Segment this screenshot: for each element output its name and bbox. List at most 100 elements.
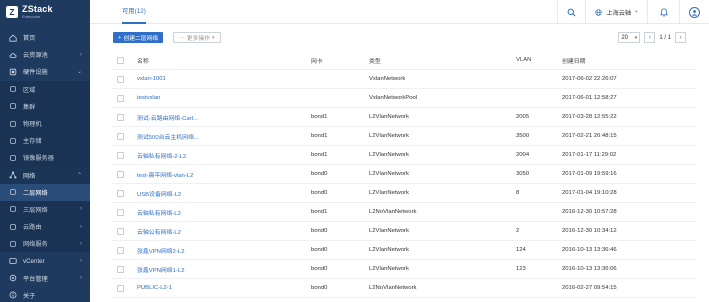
create-l2-network-button[interactable]: + 创建二层网络: [113, 32, 164, 43]
cell-vlan: 2: [516, 228, 520, 234]
sidebar-item-storage[interactable]: 主存储: [0, 132, 90, 150]
globe-icon: [595, 8, 603, 16]
region-selector[interactable]: 上海云轴 ▾: [585, 0, 647, 24]
cell-nic: bond1: [311, 133, 328, 139]
row-checkbox[interactable]: [117, 189, 124, 197]
sidebar-item-router[interactable]: 云路由 ›: [0, 218, 90, 236]
cell-name[interactable]: 测试500台云主机网络...: [137, 132, 199, 141]
row-checkbox[interactable]: [117, 94, 124, 102]
sidebar-item-label: 网络服务: [23, 241, 48, 249]
more-actions-button[interactable]: ··· 更多操作 ▾: [173, 32, 221, 43]
sidebar-item-cloud[interactable]: 云资源池 ›: [0, 46, 90, 63]
sidebar-item-host[interactable]: 物理机: [0, 114, 90, 133]
row-checkbox[interactable]: [117, 284, 124, 292]
page-size-select[interactable]: 20 ▾: [618, 32, 641, 43]
sidebar-item-label: 镜像服务器: [23, 155, 54, 163]
cell-name[interactable]: PUBLIC-L2-1: [137, 285, 172, 291]
app-subtitle: Enterprise: [22, 14, 41, 19]
cell-name[interactable]: testvxlan: [137, 95, 160, 101]
host-icon: [9, 120, 17, 128]
cell-name[interactable]: vxlan-1001: [137, 76, 166, 82]
sidebar-item-image-server[interactable]: 镜像服务器: [0, 149, 90, 167]
column-header-name[interactable]: 名称: [137, 56, 149, 65]
sidebar-item-home[interactable]: 首页: [0, 29, 90, 46]
cell-name[interactable]: 张鑫VPN网络1-L2: [137, 265, 184, 274]
cell-name[interactable]: 云轴私有网络-L2: [137, 208, 181, 217]
cell-date: 2017-01-17 11:29:02: [562, 152, 617, 158]
chevron-down-icon: ▾: [212, 34, 215, 41]
row-checkbox[interactable]: [117, 170, 124, 178]
table-row[interactable]: 云轴私有网络-L2 bond1 L2NoVlanNetwork 2016-12-30 …: [111, 203, 697, 222]
row-checkbox[interactable]: [117, 246, 124, 254]
table-row[interactable]: USB设备网络-L2 bond0 L2VlanNetwork 8 2017-01-04 …: [111, 184, 697, 203]
row-checkbox[interactable]: [117, 151, 124, 159]
plus-icon: +: [118, 34, 122, 41]
row-checkbox[interactable]: [117, 75, 124, 83]
router-icon: [9, 223, 17, 231]
cell-vlan: 2004: [516, 152, 530, 158]
cell-name[interactable]: 张鑫VPN网络2-L2: [137, 246, 184, 255]
cell-type: L2NoVlanNetwork: [369, 285, 417, 291]
sidebar-item-network[interactable]: 网络 ⌃: [0, 166, 90, 184]
home-icon: [9, 34, 17, 42]
cell-vlan: 2005: [516, 114, 530, 120]
cell-date: 2017-03-28 12:55:22: [562, 114, 617, 120]
next-page-button[interactable]: ›: [675, 32, 686, 43]
table-header: 名称 网卡 类型 VLAN 创建日期: [111, 51, 697, 70]
column-header-vlan[interactable]: VLAN: [516, 57, 531, 63]
sidebar-item-label: 二层网络: [23, 189, 48, 197]
cell-vlan: 123: [516, 266, 526, 272]
sidebar-item-platform[interactable]: 平台管理 ›: [0, 270, 90, 287]
row-checkbox[interactable]: [117, 208, 124, 216]
select-all-checkbox[interactable]: [117, 56, 124, 64]
notification-button[interactable]: [647, 0, 679, 24]
search-button[interactable]: [557, 0, 585, 24]
sidebar-item-vcenter[interactable]: vCenter ›: [0, 252, 90, 269]
column-header-date[interactable]: 创建日期: [562, 56, 586, 65]
cell-name[interactable]: 测试-云路由网络-Carl...: [137, 113, 198, 122]
table-row[interactable]: 测试500台云主机网络... bond1 L2VlanNetwork 3500 2017…: [111, 127, 697, 146]
row-checkbox[interactable]: [117, 227, 124, 235]
sidebar-item-hardware[interactable]: 硬件设施 ⌄: [0, 63, 90, 80]
sidebar-item-cluster[interactable]: 集群: [0, 97, 90, 115]
sidebar-item-label: 关于: [23, 292, 36, 300]
chevron-icon: ›: [80, 206, 82, 213]
sidebar-item-label: 云资源池: [23, 52, 48, 60]
table-row[interactable]: 张鑫VPN网络1-L2 bond0 L2VlanNetwork 123 2016-10-…: [111, 260, 697, 279]
prev-page-button[interactable]: ‹: [644, 32, 656, 43]
cell-name[interactable]: 云轴公有网络-L2: [137, 227, 181, 236]
cell-type: L2VlanNetwork: [369, 247, 409, 253]
cell-name[interactable]: USB设备网络-L2: [137, 189, 181, 198]
table-row[interactable]: 测试-云路由网络-Carl... bond1 L2VlanNetwork 2005 20…: [111, 108, 697, 127]
cell-type: VxlanNetworkPool: [369, 95, 418, 101]
chevron-left-icon: ‹: [648, 34, 651, 41]
logo[interactable]: Z ZStack Enterprise: [0, 0, 90, 24]
row-checkbox[interactable]: [117, 265, 124, 273]
sidebar-item-label: vCenter: [23, 257, 45, 265]
cell-date: 2016-02-27 09:54:15: [562, 285, 617, 291]
sidebar-item-l2-network[interactable]: 二层网络: [0, 183, 90, 201]
sidebar-item-network-service[interactable]: 网络服务 ›: [0, 235, 90, 253]
sidebar-item-zone[interactable]: 区域: [0, 80, 90, 98]
column-header-nic[interactable]: 网卡: [311, 56, 323, 65]
tab-available[interactable]: 可用(12): [122, 0, 146, 24]
table-row[interactable]: vxlan-1001 VxlanNetwork 2017-06-02 22:26:0…: [111, 70, 697, 89]
avatar: [689, 6, 700, 18]
row-checkbox[interactable]: [117, 132, 124, 140]
sidebar-item-about[interactable]: 关于: [0, 287, 90, 302]
sidebar-item-l3-network[interactable]: 三层网络 ›: [0, 200, 90, 219]
cell-name[interactable]: 云轴私有网络-2-L2: [137, 151, 186, 160]
cell-name[interactable]: test-扁平网络-vlan-L2: [137, 170, 193, 179]
row-checkbox[interactable]: [117, 113, 124, 121]
column-header-type[interactable]: 类型: [369, 56, 381, 65]
table-row[interactable]: PUBLIC-L2-1 bond0 L2NoVlanNetwork 2016-02-2…: [111, 279, 697, 298]
user-menu-button[interactable]: [679, 0, 709, 24]
table-row[interactable]: 云轴公有网络-L2 bond0 L2VlanNetwork 2 2016-12-30 1…: [111, 222, 697, 241]
table-row[interactable]: 张鑫VPN网络2-L2 bond0 L2VlanNetwork 124 2016-10-…: [111, 241, 697, 260]
table-row[interactable]: test-扁平网络-vlan-L2 bond0 L2VlanNetwork 3050 2…: [111, 165, 697, 184]
table-row[interactable]: testvxlan VxlanNetworkPool 2017-06-01 12:5…: [111, 89, 697, 108]
table-row[interactable]: 云轴私有网络-2-L2 bond1 L2VlanNetwork 2004 2017-01…: [111, 146, 697, 165]
chevron-icon: ›: [80, 258, 82, 265]
sidebar-item-label: 集群: [23, 103, 36, 111]
chevron-icon: ⌃: [76, 172, 82, 179]
